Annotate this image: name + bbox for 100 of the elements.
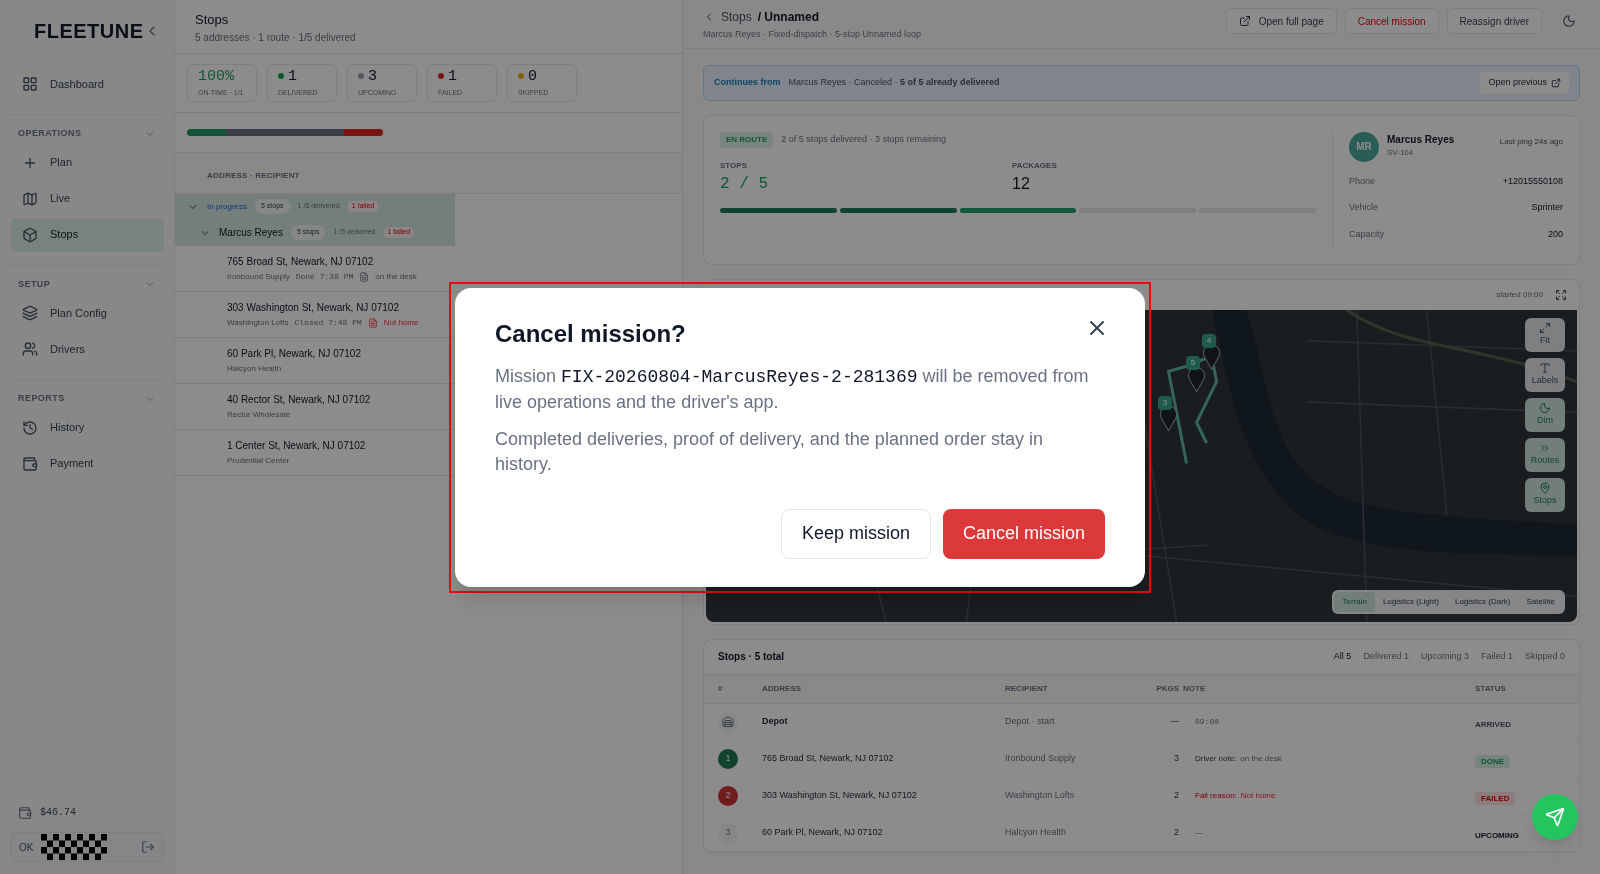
map-style-tab[interactable]: Terrain <box>1334 591 1375 612</box>
field-value: 200 <box>1547 227 1563 241</box>
stop-address: 1 Center St, Newark, NJ 07102 <box>227 438 366 453</box>
column-header: # <box>718 682 724 695</box>
logout-icon[interactable] <box>141 840 155 854</box>
map-control[interactable]: Stops <box>1525 477 1565 512</box>
map-control[interactable]: Labels <box>1525 357 1565 392</box>
dialog-button[interactable]: Keep mission <box>780 508 931 559</box>
group-label: Marcus Reyes <box>219 226 283 240</box>
nav-item[interactable]: Live <box>10 181 164 216</box>
progress-text: 2 of 5 stops delivered · 3 stops remaining <box>781 132 946 146</box>
section-label: OPERATIONS <box>18 127 82 140</box>
table-cell: Not home <box>1240 789 1276 802</box>
table-cell: on the desk <box>1240 752 1282 765</box>
table-cell-text: 60 Park Pl, Newark, NJ 07102 <box>762 825 884 839</box>
expand-icon[interactable] <box>1555 288 1567 301</box>
map-control[interactable]: Fit <box>1525 317 1565 352</box>
user-initials: OK <box>19 840 34 855</box>
filter-tab[interactable]: All 5 <box>1333 649 1352 664</box>
pin-icon <box>1539 481 1551 494</box>
status-label: ARRIVED <box>1475 718 1511 731</box>
stat-value: 1 <box>288 68 297 84</box>
table-cell-text: — <box>1169 714 1180 728</box>
action-button[interactable]: Cancel mission <box>1344 8 1439 34</box>
table-cell: — <box>1195 826 1203 839</box>
user-card[interactable]: OK <box>10 832 164 862</box>
depot-icon <box>718 711 738 732</box>
field-label: Capacity <box>1349 227 1384 241</box>
users-icon <box>22 341 38 357</box>
table-cell-text: 765 Broad St, Newark, NJ 07102 <box>762 751 895 765</box>
table-cell-text: 3 <box>1173 751 1180 765</box>
stops-value: 2 / 5 <box>720 173 769 195</box>
field-value: Sprinter <box>1531 201 1563 214</box>
section-label: SETUP <box>18 277 51 291</box>
fit-icon <box>1539 321 1551 334</box>
stop-recipient: Ironbound Supply <box>227 270 290 283</box>
table-cell-text: Washington Lofts <box>1005 788 1076 802</box>
status-badge: EN ROUTE <box>720 131 774 148</box>
status-label: UPCOMING <box>1475 829 1519 842</box>
column-header: NOTE <box>1183 682 1207 695</box>
column-header: ADDRESS · RECIPIENT <box>207 170 300 180</box>
table-cell-text: Ironbound Supply <box>1005 751 1077 765</box>
wallet-icon <box>22 455 38 472</box>
column-header: RECIPIENT <box>1005 682 1049 695</box>
stop-note: Not home <box>383 316 419 329</box>
filter-tab[interactable]: Skipped 0 <box>1524 649 1565 664</box>
detail-subtitle: Marcus Reyes · Fixed-dispatch · 5-stop Unnamed loop <box>703 28 922 41</box>
table-cell-text: Halcyon Health <box>1005 825 1068 839</box>
nav-item[interactable]: History <box>10 410 164 445</box>
field-label: Phone <box>1349 174 1376 188</box>
table-cell: 09:00 <box>1195 715 1219 728</box>
column-header: STATUS <box>1475 682 1507 695</box>
table-cell-text: 2 <box>1173 788 1180 802</box>
last-ping: Last ping 24s ago <box>1499 135 1563 148</box>
stop-address: 60 Park Pl, Newark, NJ 07102 <box>227 346 361 361</box>
dashboard-icon <box>22 76 38 92</box>
action-button[interactable]: Open full page <box>1225 8 1337 34</box>
redaction-block <box>41 834 108 860</box>
avatar: MR <box>1349 131 1379 162</box>
send-icon <box>1545 807 1565 827</box>
note-label: Fail reason: <box>1195 789 1237 802</box>
section-label: REPORTS <box>18 392 65 405</box>
map-control[interactable]: Dim <box>1525 397 1565 432</box>
action-button[interactable]: Reassign driver <box>1446 8 1542 34</box>
nav-item[interactable]: Plan <box>10 145 164 180</box>
stops-label: STOPS <box>720 159 748 172</box>
filter-tab[interactable]: Upcoming 3 <box>1420 649 1469 664</box>
stop-number: 2 <box>718 785 738 806</box>
driver-name: Marcus Reyes <box>1387 132 1456 147</box>
nav-item[interactable]: Stops <box>10 217 164 252</box>
breadcrumb-current: / Unnamed <box>757 9 820 26</box>
open-previous-button[interactable]: Open previous <box>1480 71 1569 94</box>
table-title: Stops · 5 total <box>718 650 785 664</box>
field-label: Vehicle <box>1349 201 1379 214</box>
map-style-tab[interactable]: Logistics (Dark) <box>1446 591 1519 612</box>
filter-tab[interactable]: Failed 1 <box>1480 649 1513 664</box>
map-style-tab[interactable]: Logistics (Light) <box>1374 591 1447 612</box>
nav-item[interactable]: Dashboard <box>10 67 164 101</box>
breadcrumb-link[interactable]: Stops <box>721 8 752 26</box>
field-value: +12015550108 <box>1502 174 1563 188</box>
banner-label: Continues from <box>714 75 781 89</box>
status-badge: DONE <box>1475 754 1511 768</box>
map-control[interactable]: Routes <box>1525 437 1565 472</box>
column-header: ADDRESS <box>762 682 803 695</box>
nav-item[interactable]: Payment <box>10 446 164 481</box>
packages-value: 12 <box>1012 173 1031 194</box>
dialog-button[interactable]: Cancel mission <box>942 508 1105 559</box>
vehicle-id: SV-104 <box>1387 146 1415 159</box>
stop-note: on the desk <box>375 270 417 283</box>
balance: $46.74 <box>40 806 76 820</box>
stat-value: 0 <box>528 68 537 84</box>
map-icon <box>22 190 38 207</box>
moon-icon[interactable] <box>1562 14 1576 28</box>
filter-tab[interactable]: Delivered 1 <box>1363 649 1409 664</box>
stat-value: 100% <box>198 68 234 84</box>
map-style-tab[interactable]: Satellite <box>1518 591 1563 612</box>
nav-item[interactable]: Plan Config <box>10 296 164 330</box>
nav-item[interactable]: Drivers <box>10 332 164 366</box>
stat-value: 1 <box>448 68 457 84</box>
table-cell-text: Depot <box>762 714 789 728</box>
